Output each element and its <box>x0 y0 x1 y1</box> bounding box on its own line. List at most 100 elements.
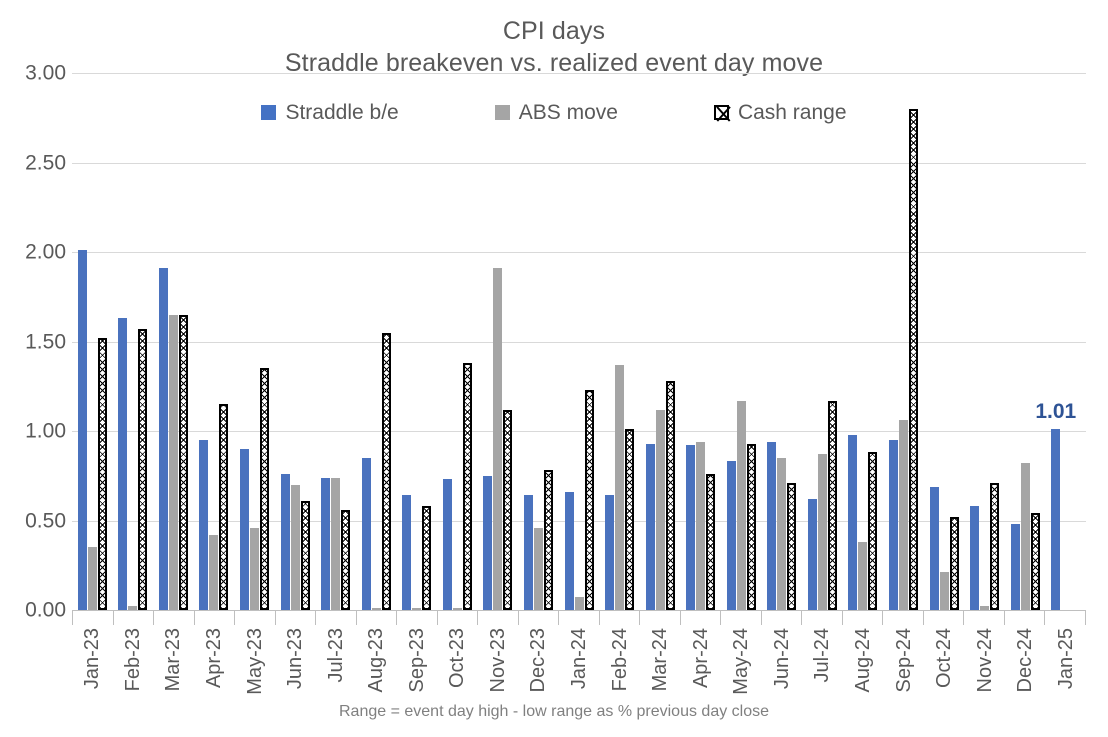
bar[interactable] <box>128 606 138 610</box>
bar[interactable] <box>87 547 97 610</box>
bar[interactable] <box>97 337 107 610</box>
bar[interactable] <box>696 441 706 610</box>
x-axis-label: Jan-23 <box>81 628 104 690</box>
bar[interactable] <box>899 420 909 610</box>
x-axis-tick <box>274 611 316 625</box>
bar[interactable] <box>767 441 777 610</box>
bar[interactable] <box>1020 463 1030 610</box>
bar[interactable] <box>118 318 128 610</box>
bar[interactable] <box>543 470 553 610</box>
bar[interactable] <box>736 400 746 610</box>
bar[interactable] <box>280 473 290 610</box>
bar[interactable] <box>1010 524 1020 610</box>
bar[interactable]: 1.01 <box>1035 400 1076 610</box>
bar[interactable] <box>533 527 543 610</box>
bar[interactable] <box>240 448 250 610</box>
bar[interactable] <box>199 439 209 610</box>
bar[interactable] <box>605 495 615 610</box>
bar[interactable] <box>321 477 331 610</box>
bar[interactable] <box>939 572 949 610</box>
y-axis-tick-label: 0.00 <box>25 598 66 622</box>
bar[interactable] <box>970 506 980 610</box>
bar[interactable] <box>260 368 270 610</box>
bar[interactable] <box>442 479 452 610</box>
x-axis-tick <box>517 611 559 625</box>
x-axis-tick <box>396 611 437 625</box>
bar[interactable] <box>645 443 655 610</box>
bar[interactable] <box>250 527 260 610</box>
bar[interactable] <box>331 477 341 610</box>
bar[interactable] <box>909 108 919 610</box>
bar[interactable] <box>178 314 188 610</box>
bar[interactable] <box>848 434 858 610</box>
bar-group <box>234 73 275 610</box>
bar[interactable] <box>726 461 736 610</box>
x-axis-label: Aug-24 <box>851 628 874 693</box>
bar[interactable] <box>523 495 533 610</box>
bar[interactable] <box>706 473 716 610</box>
bar[interactable] <box>868 452 878 610</box>
x-axis-labels: Jan-23 Feb-23 Mar-23 Apr-23 May-23 Jun-23 Jul-… <box>72 628 1086 700</box>
bar[interactable] <box>422 506 432 610</box>
y-axis-tick-label: 0.50 <box>25 509 66 532</box>
x-axis-tick <box>1003 611 1045 625</box>
bar[interactable] <box>615 364 625 610</box>
bar[interactable] <box>452 608 462 610</box>
bar[interactable] <box>493 268 503 610</box>
x-axis-label: Jan-24 <box>568 628 591 690</box>
x-axis-label-cell: Mar-23 <box>153 628 194 700</box>
bar[interactable] <box>980 606 990 610</box>
bar[interactable] <box>807 499 817 610</box>
x-axis-label: May-24 <box>730 628 753 695</box>
bar-group <box>194 73 235 610</box>
bar[interactable] <box>746 443 756 610</box>
x-axis-tick <box>841 611 883 625</box>
bar-group <box>518 73 559 610</box>
bar[interactable] <box>1030 513 1040 610</box>
bar-group <box>437 73 478 610</box>
bar[interactable] <box>361 457 371 610</box>
bar-group <box>721 73 762 610</box>
x-axis-label: Apr-23 <box>202 628 225 689</box>
bar[interactable] <box>817 454 827 610</box>
bar[interactable] <box>290 484 300 610</box>
bar-group <box>113 73 154 610</box>
bar[interactable] <box>564 491 574 610</box>
bar[interactable] <box>625 429 635 610</box>
x-axis-label: Jul-24 <box>811 628 834 683</box>
x-axis-label: Dec-24 <box>1014 628 1037 693</box>
bar[interactable] <box>300 500 310 610</box>
bar[interactable] <box>219 404 229 610</box>
bar[interactable] <box>686 445 696 610</box>
bar[interactable] <box>574 597 584 610</box>
bar[interactable] <box>655 409 665 610</box>
bar[interactable] <box>665 380 675 610</box>
bar[interactable] <box>402 495 412 610</box>
bar[interactable] <box>462 362 472 610</box>
bar[interactable] <box>777 457 787 610</box>
bar[interactable] <box>503 409 513 610</box>
bar[interactable] <box>787 482 797 610</box>
bar[interactable] <box>929 486 939 610</box>
bar[interactable] <box>138 328 148 610</box>
bar[interactable] <box>381 332 391 610</box>
bar-group <box>153 73 194 610</box>
bar[interactable] <box>858 541 868 610</box>
bar[interactable] <box>168 314 178 610</box>
bar-group <box>315 73 356 610</box>
x-axis-label: Aug-23 <box>365 628 388 693</box>
bar[interactable] <box>990 482 1000 610</box>
bar[interactable] <box>949 516 959 610</box>
bar[interactable] <box>412 608 422 610</box>
bar[interactable] <box>209 534 219 610</box>
bar[interactable] <box>584 389 594 610</box>
bar[interactable] <box>889 439 899 610</box>
bar[interactable] <box>341 509 351 610</box>
bar[interactable] <box>483 475 493 610</box>
bar[interactable] <box>371 608 381 610</box>
x-axis-tick <box>315 611 356 625</box>
bar[interactable] <box>77 250 87 610</box>
x-axis-tick <box>1044 611 1086 625</box>
bar[interactable] <box>158 268 168 610</box>
bar[interactable] <box>827 400 837 610</box>
